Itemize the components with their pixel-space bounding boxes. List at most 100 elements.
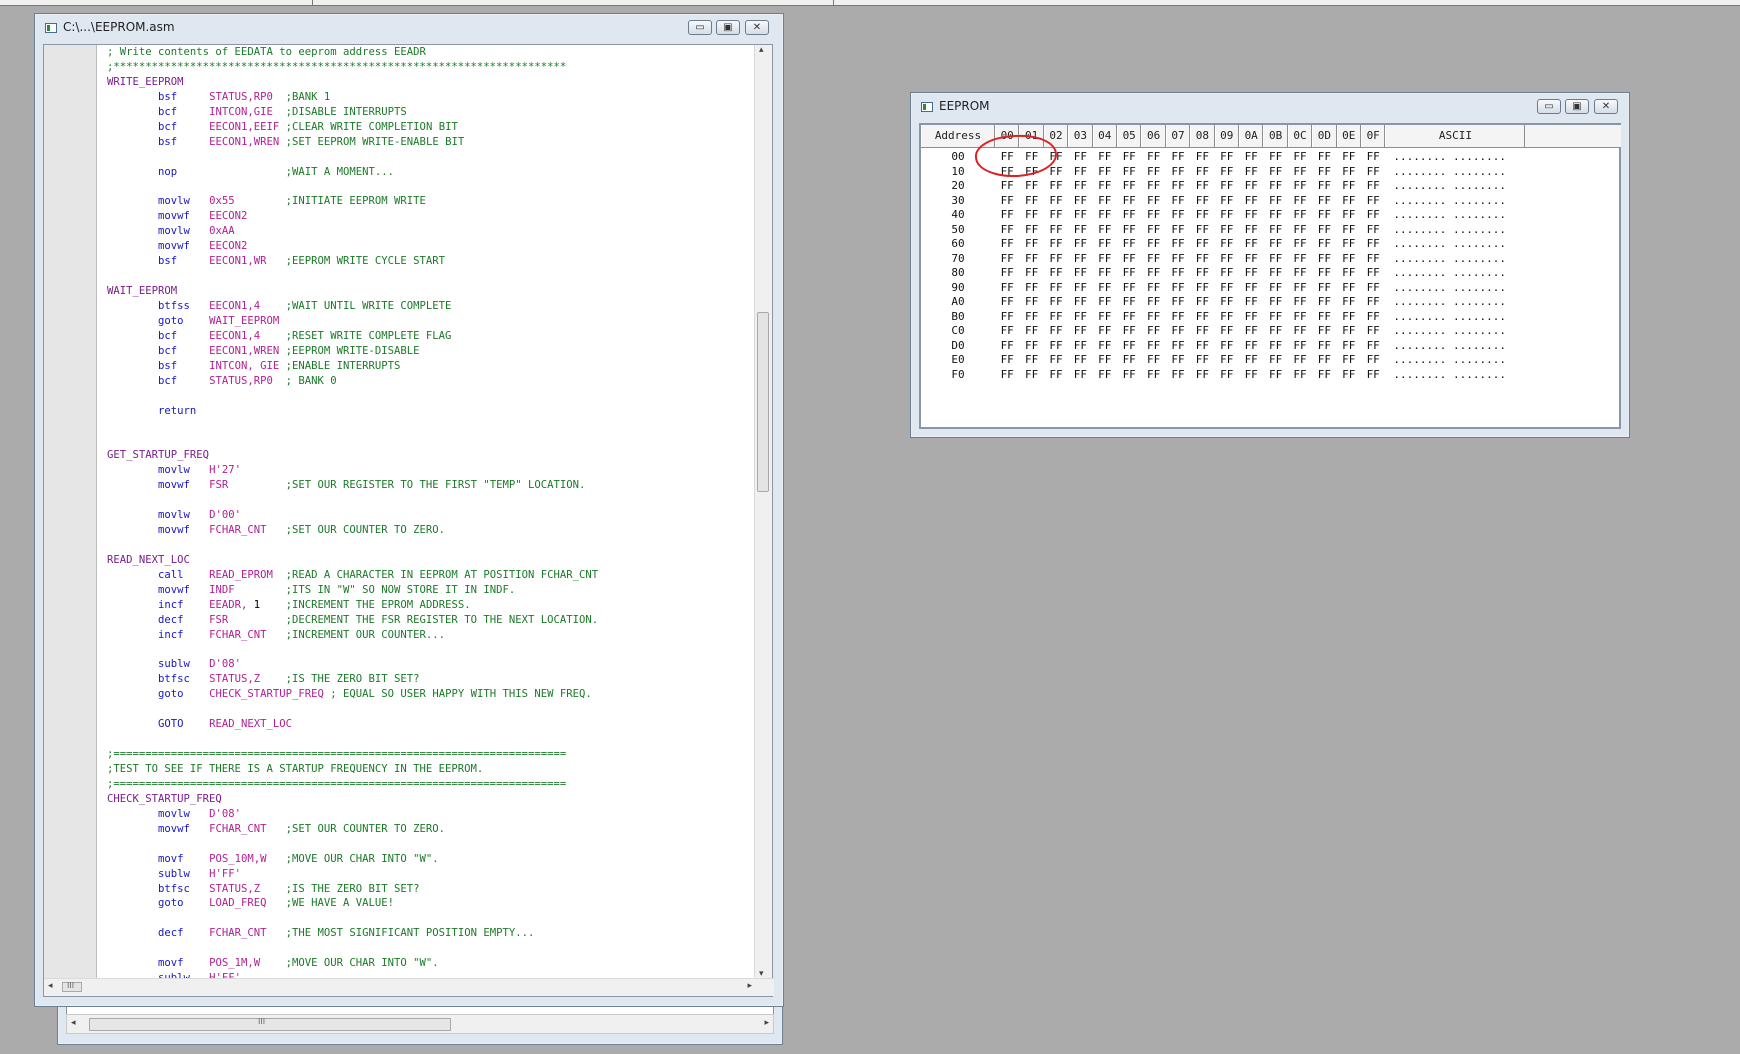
scroll-right-arrow-icon[interactable]: ▸ [764, 1018, 769, 1028]
code-line[interactable]: incf EEADR, 1 ;INCREMENT THE EPROM ADDRE… [107, 598, 797, 613]
code-line[interactable]: btfsc STATUS,Z ;IS THE ZERO BIT SET? [107, 672, 797, 687]
memory-cell[interactable]: FF [1044, 367, 1068, 383]
scroll-right-arrow-icon[interactable]: ▸ [747, 981, 752, 991]
code-line[interactable] [107, 941, 797, 956]
code-line[interactable]: bcf EECON1,WREN ;EEPROM WRITE-DISABLE [107, 344, 797, 359]
code-line[interactable]: bcf INTCON,GIE ;DISABLE INTERRUPTS [107, 105, 797, 120]
code-line[interactable]: call READ_EPROM ;READ A CHARACTER IN EEP… [107, 568, 797, 583]
memory-cell[interactable]: FF [1337, 367, 1361, 383]
code-line[interactable]: movwf FCHAR_CNT ;SET OUR COUNTER TO ZERO… [107, 523, 797, 538]
code-line[interactable]: goto LOAD_FREQ ;WE HAVE A VALUE! [107, 896, 797, 911]
close-button[interactable]: ✕ [745, 20, 769, 35]
memory-cell[interactable]: FF [1117, 367, 1141, 383]
code-line[interactable]: bcf EECON1,EEIF ;CLEAR WRITE COMPLETION … [107, 120, 797, 135]
editor-client[interactable]: ; Write contents of EEDATA to eeprom add… [43, 44, 774, 997]
code-line[interactable] [107, 643, 797, 658]
scroll-up-arrow-icon[interactable]: ▴ [759, 45, 764, 55]
memory-cell[interactable]: FF [1093, 367, 1117, 383]
memory-cell[interactable]: FF [1361, 367, 1385, 383]
code-line[interactable]: btfsc STATUS,Z ;IS THE ZERO BIT SET? [107, 882, 797, 897]
code-line[interactable]: btfss EECON1,4 ;WAIT UNTIL WRITE COMPLET… [107, 299, 797, 314]
code-line[interactable] [107, 150, 797, 165]
code-line[interactable] [107, 911, 797, 926]
memory-cell[interactable]: FF [1166, 367, 1190, 383]
code-line[interactable]: READ_NEXT_LOC [107, 553, 797, 568]
eeprom-titlebar[interactable]: EEPROM ▭ ▣ ✕ [911, 93, 1629, 121]
code-line[interactable]: bcf STATUS,RP0 ; BANK 0 [107, 374, 797, 389]
code-line[interactable]: movlw H'27' [107, 463, 797, 478]
memory-cell[interactable]: FF [995, 367, 1019, 383]
memory-cell[interactable]: FF [1141, 367, 1165, 383]
code-area[interactable]: ; Write contents of EEDATA to eeprom add… [107, 45, 797, 979]
code-line[interactable] [107, 418, 797, 433]
code-line[interactable]: ;=======================================… [107, 777, 797, 792]
minimize-button[interactable]: ▭ [688, 20, 712, 35]
code-line[interactable]: bsf EECON1,WR ;EEPROM WRITE CYCLE START [107, 254, 797, 269]
memory-cell[interactable]: FF [1019, 367, 1043, 383]
code-line[interactable]: bsf INTCON, GIE ;ENABLE INTERRUPTS [107, 359, 797, 374]
code-line[interactable]: WAIT_EEPROM [107, 284, 797, 299]
vertical-scrollbar[interactable]: ▴ ▾ [754, 45, 772, 979]
code-line[interactable] [107, 493, 797, 508]
line-gutter[interactable] [44, 45, 97, 979]
code-line[interactable]: decf FSR ;DECREMENT THE FSR REGISTER TO … [107, 613, 797, 628]
code-line[interactable]: sublw H'FF' [107, 867, 797, 882]
code-line[interactable] [107, 179, 797, 194]
code-line[interactable]: ;=======================================… [107, 747, 797, 762]
horizontal-scrollbar[interactable]: ◂ III ▸ [44, 978, 774, 996]
code-line[interactable]: goto CHECK_STARTUP_FREQ ; EQUAL SO USER … [107, 687, 797, 702]
maximize-button[interactable]: ▣ [1565, 99, 1589, 114]
code-line[interactable]: CHECK_STARTUP_FREQ [107, 792, 797, 807]
editor-window[interactable]: C:\...\EEPROM.asm ▭ ▣ ✕ ; Write contents… [34, 13, 784, 1007]
memory-cell[interactable]: FF [1215, 367, 1239, 383]
code-line[interactable]: movf POS_10M,W ;MOVE OUR CHAR INTO "W". [107, 852, 797, 867]
code-line[interactable]: bsf EECON1,WREN ;SET EEPROM WRITE-ENABLE… [107, 135, 797, 150]
code-line[interactable]: movwf FCHAR_CNT ;SET OUR COUNTER TO ZERO… [107, 822, 797, 837]
code-line[interactable]: movwf INDF ;ITS IN "W" SO NOW STORE IT I… [107, 583, 797, 598]
memory-cell[interactable]: FF [1312, 367, 1336, 383]
memory-cell[interactable]: FF [1190, 367, 1214, 383]
code-line[interactable]: movlw 0x55 ;INITIATE EEPROM WRITE [107, 194, 797, 209]
code-line[interactable]: decf FCHAR_CNT ;THE MOST SIGNIFICANT POS… [107, 926, 797, 941]
minimize-button[interactable]: ▭ [1537, 99, 1561, 114]
scroll-left-arrow-icon[interactable]: ◂ [48, 981, 53, 991]
code-line[interactable] [107, 837, 797, 852]
code-line[interactable]: movwf FSR ;SET OUR REGISTER TO THE FIRST… [107, 478, 797, 493]
code-line[interactable]: ;TEST TO SEE IF THERE IS A STARTUP FREQU… [107, 762, 797, 777]
memory-cell[interactable]: FF [1263, 367, 1287, 383]
memory-cell[interactable]: FF [1288, 367, 1312, 383]
scroll-left-arrow-icon[interactable]: ◂ [71, 1018, 76, 1028]
code-line[interactable]: ;***************************************… [107, 60, 797, 75]
code-line[interactable]: movf POS_1M,W ;MOVE OUR CHAR INTO "W". [107, 956, 797, 971]
code-line[interactable] [107, 433, 797, 448]
scroll-thumb[interactable]: III [62, 981, 82, 992]
code-line[interactable]: nop ;WAIT A MOMENT... [107, 165, 797, 180]
code-line[interactable]: movwf EECON2 [107, 209, 797, 224]
code-line[interactable]: movlw 0xAA [107, 224, 797, 239]
code-line[interactable]: movlw D'00' [107, 508, 797, 523]
horizontal-scrollbar[interactable]: ◂ III ▸ [66, 1014, 774, 1034]
code-line[interactable]: sublw D'08' [107, 657, 797, 672]
scroll-thumb[interactable]: III [89, 1017, 451, 1031]
scroll-thumb[interactable] [757, 312, 769, 492]
memory-cell[interactable]: FF [1239, 367, 1263, 383]
code-line[interactable]: incf FCHAR_CNT ;INCREMENT OUR COUNTER... [107, 628, 797, 643]
code-line[interactable] [107, 389, 797, 404]
code-line[interactable]: WRITE_EEPROM [107, 75, 797, 90]
code-line[interactable] [107, 732, 797, 747]
code-line[interactable]: goto WAIT_EEPROM [107, 314, 797, 329]
code-line[interactable]: GET_STARTUP_FREQ [107, 448, 797, 463]
code-line[interactable]: ; Write contents of EEDATA to eeprom add… [107, 45, 797, 60]
close-button[interactable]: ✕ [1594, 99, 1618, 114]
memory-cell[interactable]: FF [1068, 367, 1092, 383]
code-line[interactable]: movlw D'08' [107, 807, 797, 822]
code-line[interactable]: movwf EECON2 [107, 239, 797, 254]
code-line[interactable]: bsf STATUS,RP0 ;BANK 1 [107, 90, 797, 105]
code-line[interactable]: GOTO READ_NEXT_LOC [107, 717, 797, 732]
code-line[interactable]: bcf EECON1,4 ;RESET WRITE COMPLETE FLAG [107, 329, 797, 344]
code-line[interactable] [107, 702, 797, 717]
maximize-button[interactable]: ▣ [716, 20, 740, 35]
code-line[interactable]: return [107, 404, 797, 419]
code-line[interactable] [107, 538, 797, 553]
code-line[interactable] [107, 269, 797, 284]
